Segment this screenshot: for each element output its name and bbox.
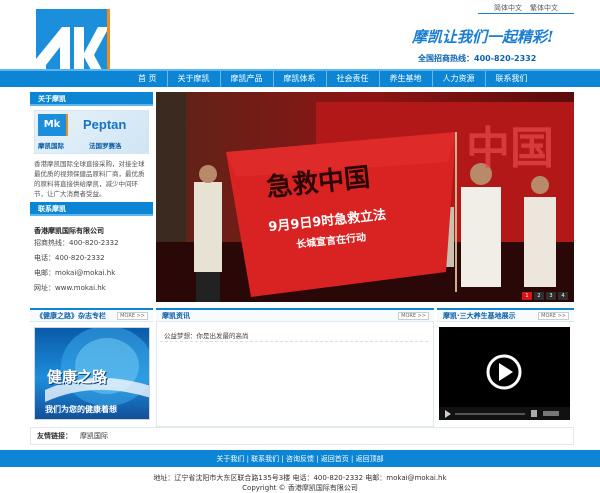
nav-home[interactable]: 首 页 (128, 71, 167, 87)
footer-copyright: Copyright © 香港摩凯国际有限公司 (242, 484, 358, 492)
banner-pager: 1 2 3 4 (522, 292, 568, 300)
about-description: 香港摩凯国际全球直接采购，对接全球最优质的视频保健品原料厂商，最优质的原料将直接… (34, 160, 145, 198)
video-header: 摩凯·三大养生基地展示 MORE >> (437, 308, 574, 322)
footer-address: 地址：辽宁省沈阳市大东区联合路135号3楼 电话：400-820-2332 电邮… (153, 474, 447, 482)
magazine-cover-title: 健康之路 (47, 368, 108, 386)
contact-company: 香港摩凯国际有限公司 (34, 227, 104, 235)
contact-email: 电邮：mokai@mokai.hk (34, 269, 116, 277)
friend-links: 友情链接： 摩凯国际 (30, 427, 574, 445)
lang-traditional-link[interactable]: 繁体中文 (530, 3, 558, 13)
banner-page-2[interactable]: 2 (534, 292, 544, 300)
banner-page-1[interactable]: 1 (522, 292, 532, 300)
video-play-icon[interactable] (439, 327, 570, 420)
banner-page-3[interactable]: 3 (546, 292, 556, 300)
lang-simplified-link[interactable]: 简体中文 (494, 3, 522, 13)
contact-website[interactable]: 网址：www.mokai.hk (34, 281, 149, 296)
main-nav: 首 页 关于摩凯 摩凯产品 摩凯体系 社会责任 养生基地 人力资源 联系我们 (0, 69, 600, 87)
friend-link[interactable]: 摩凯国际 (80, 431, 108, 441)
video-player[interactable] (439, 327, 570, 420)
nav-about[interactable]: 关于摩凯 (166, 71, 220, 87)
contact-title: 联系摩凯 (30, 202, 153, 216)
nav-responsibility[interactable]: 社会责任 (325, 71, 379, 87)
video-more-link[interactable]: MORE >> (538, 311, 569, 320)
hotline-number: 400-820-2332 (474, 54, 537, 63)
hero-banner[interactable]: 中国 急救中国 9月9日9时急救立法 长城宣言在行动 1 2 3 4 (156, 92, 574, 302)
banner-backdrop-text: 中国 (466, 123, 554, 174)
footer-links[interactable]: 关于我们 | 联系我们 | 咨询反馈 | 返回首页 | 返回顶部 (0, 450, 600, 467)
about-partner-image[interactable]: Mk 摩凯国际 Peptan 法国罗赛洛 (34, 110, 149, 154)
nav-system[interactable]: 摩凯体系 (272, 71, 326, 87)
hotline: 全国招商热线：400-820-2332 (418, 53, 536, 63)
hotline-label: 全国招商热线： (418, 54, 474, 63)
site-slogan: 摩凯让我们一起精彩! (412, 28, 554, 46)
contact-hotline: 招商热线：400-820-2332 (34, 239, 119, 247)
news-more-link[interactable]: MORE >> (398, 311, 429, 320)
news-item[interactable]: 公益梦想：你是出发最的高尚 (160, 330, 428, 342)
nav-health-base[interactable]: 养生基地 (378, 71, 432, 87)
about-title: 关于摩凯 (30, 92, 153, 106)
nav-products[interactable]: 摩凯产品 (219, 71, 273, 87)
contact-phone: 电话：400-820-2332 (34, 254, 105, 262)
magazine-cover[interactable]: 健康之路 我们为您的健康着想 (34, 327, 150, 420)
magazine-cover-subtitle: 我们为您的健康着想 (45, 405, 117, 414)
footer-address-block: 地址：辽宁省沈阳市大东区联合路135号3楼 电话：400-820-2332 电邮… (0, 473, 600, 493)
nav-hr[interactable]: 人力资源 (431, 71, 485, 87)
magazine-title: 《健康之路》杂志专栏 (36, 311, 106, 320)
friend-links-label: 友情链接： (37, 432, 72, 440)
peptan-logo-text: Peptan (83, 117, 127, 132)
banner-page-4[interactable]: 4 (558, 292, 568, 300)
contact-panel: 联系摩凯 香港摩凯国际有限公司 招商热线：400-820-2332 电话：400… (30, 202, 153, 296)
language-switcher: 简体中文 繁体中文 (478, 2, 574, 14)
magazine-more-link[interactable]: MORE >> (117, 311, 148, 320)
news-title: 摩凯资讯 (162, 311, 190, 320)
about-panel: 关于摩凯 Mk 摩凯国际 Peptan 法国罗赛洛 香港摩凯国际全球直接采购，对… (30, 92, 153, 199)
news-header: 摩凯资讯 MORE >> (156, 308, 434, 322)
about-logo-caption: 摩凯国际 (38, 142, 64, 150)
news-panel (156, 308, 434, 427)
about-logo-mark: Mk (38, 114, 68, 136)
magazine-header: 《健康之路》杂志专栏 MORE >> (30, 308, 153, 322)
video-title: 摩凯·三大养生基地展示 (443, 311, 516, 320)
peptan-caption: 法国罗赛洛 (89, 142, 122, 150)
nav-contact[interactable]: 联系我们 (484, 71, 538, 87)
